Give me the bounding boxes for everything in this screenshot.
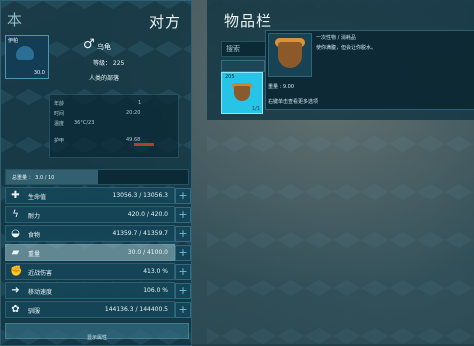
- creature-portrait-icon: [16, 46, 34, 60]
- stat-value: 30.0 / 4100.0: [127, 249, 168, 256]
- info-box: 年龄 1 时间 20:20 温度 36°C/23 护甲 49.68: [49, 94, 179, 158]
- lightning-icon: ϟ: [12, 209, 19, 220]
- item-category: 一次性物 / 消耗品: [316, 35, 356, 41]
- inventory-title: 物品栏: [224, 12, 273, 30]
- add-point-button-food[interactable]: +: [175, 226, 191, 242]
- stat-value: 41359.7 / 41359.7: [112, 230, 168, 237]
- info-value-age: 1: [138, 100, 142, 106]
- paw-icon: ✿: [11, 304, 20, 315]
- slot-weight: 205: [225, 74, 235, 80]
- tribe-name: 人类的部落: [89, 75, 120, 82]
- stat-row-taming: ✿ 驯服 144136.3 / 144400.5: [5, 301, 175, 318]
- stat-value: 106.0 %: [143, 287, 168, 294]
- creature-name: 乌龟: [97, 43, 111, 51]
- stat-label: 生命值: [28, 194, 47, 201]
- fist-icon: ✊: [10, 266, 23, 277]
- weight-status-label: 总重量 ： 3.0 / 10: [12, 175, 55, 181]
- slot-count: 1/1: [251, 106, 260, 112]
- stat-row-weight: ▰ 重量 30.0 / 4100.0: [5, 244, 175, 261]
- weight-status-bar: 总重量 ： 3.0 / 10: [5, 169, 189, 185]
- stat-value: 413.0 %: [143, 268, 168, 275]
- boot-icon: ➜: [11, 285, 20, 296]
- add-point-button-speed[interactable]: +: [175, 283, 191, 299]
- item-tooltip: 一次性物 / 消耗品 使你满腹，但会让你脱水。 重量 : 9.00 右键单击查看…: [265, 30, 474, 110]
- stat-label: 驯服: [28, 308, 41, 315]
- add-point-button-weight[interactable]: +: [175, 245, 191, 261]
- drumstick-icon: ◒: [11, 228, 20, 239]
- mini-card-level: 30.0: [33, 70, 45, 76]
- stat-row-speed: ➜ 移动速度 106.0 %: [5, 282, 175, 299]
- search-placeholder: 搜索: [226, 45, 240, 53]
- stat-label: 移动速度: [28, 289, 53, 296]
- show-stats-button[interactable]: 显示属性: [5, 323, 189, 341]
- add-point-button-taming[interactable]: +: [175, 302, 191, 318]
- inventory-slot-empty[interactable]: [221, 60, 265, 72]
- show-stats-label: 显示属性: [86, 335, 107, 341]
- stat-row-stamina: ϟ 耐力 420.0 / 420.0: [5, 206, 175, 223]
- mini-card[interactable]: 伊帕 30.0: [5, 35, 49, 79]
- stat-row-food: ◒ 食物 41359.7 / 41359.7: [5, 225, 175, 242]
- inventory-slot-selected[interactable]: 205 1/1: [221, 72, 263, 114]
- tab-local[interactable]: 本: [7, 9, 23, 30]
- gender-icon: ♂: [83, 37, 95, 52]
- stat-label: 重量: [28, 251, 41, 258]
- item-description: 使你满腹，但会让你脱水。: [316, 45, 377, 51]
- stat-label: 食物: [28, 232, 41, 239]
- info-value-time: 20:20: [126, 110, 141, 116]
- add-point-button-stamina[interactable]: +: [175, 207, 191, 223]
- inventory-panel: 物品栏 搜索 205 1/1 一次性物 / 消耗品 使你满腹，但会让你脱水。 重…: [207, 0, 474, 344]
- stat-value: 420.0 / 420.0: [127, 211, 168, 218]
- stat-value: 13056.3 / 13056.3: [112, 192, 168, 199]
- search-input[interactable]: 搜索: [221, 41, 269, 57]
- item-image-frame: [268, 33, 312, 77]
- stat-row-melee: ✊ 近战伤害 413.0 %: [5, 263, 175, 280]
- creature-level: 等级： 225: [93, 60, 125, 67]
- mini-card-label: 伊帕: [8, 38, 19, 44]
- stat-value: 144136.3 / 144400.5: [104, 306, 168, 313]
- bowl-item-icon: [232, 83, 252, 103]
- info-label-age: 年龄: [54, 101, 65, 107]
- stat-row-health: ✚ 生命值 13056.3 / 13056.3: [5, 187, 175, 204]
- item-note: 右键单击查看更多选项: [268, 99, 319, 105]
- bowl-large-icon: [275, 38, 305, 72]
- info-label-time: 时间: [54, 111, 65, 117]
- creature-panel: 本 对方 伊帕 30.0 ♂ 乌龟 等级： 225 人类的部落 年龄 1 时间 …: [0, 0, 192, 346]
- plus-icon: ✚: [11, 190, 20, 201]
- info-label-temp: 温度: [54, 121, 65, 127]
- add-point-button-melee[interactable]: +: [175, 264, 191, 280]
- add-point-button-health[interactable]: +: [175, 188, 191, 204]
- weight-icon: ▰: [11, 247, 20, 258]
- panel-title: 对方: [149, 13, 182, 31]
- stat-label: 近战伤害: [28, 270, 53, 277]
- info-label-armor: 护甲: [54, 138, 65, 144]
- status-marker: [134, 143, 154, 146]
- item-weight: 重量 : 9.00: [268, 84, 294, 90]
- info-value-temp: 36°C/23: [74, 120, 95, 126]
- stat-label: 耐力: [28, 213, 41, 220]
